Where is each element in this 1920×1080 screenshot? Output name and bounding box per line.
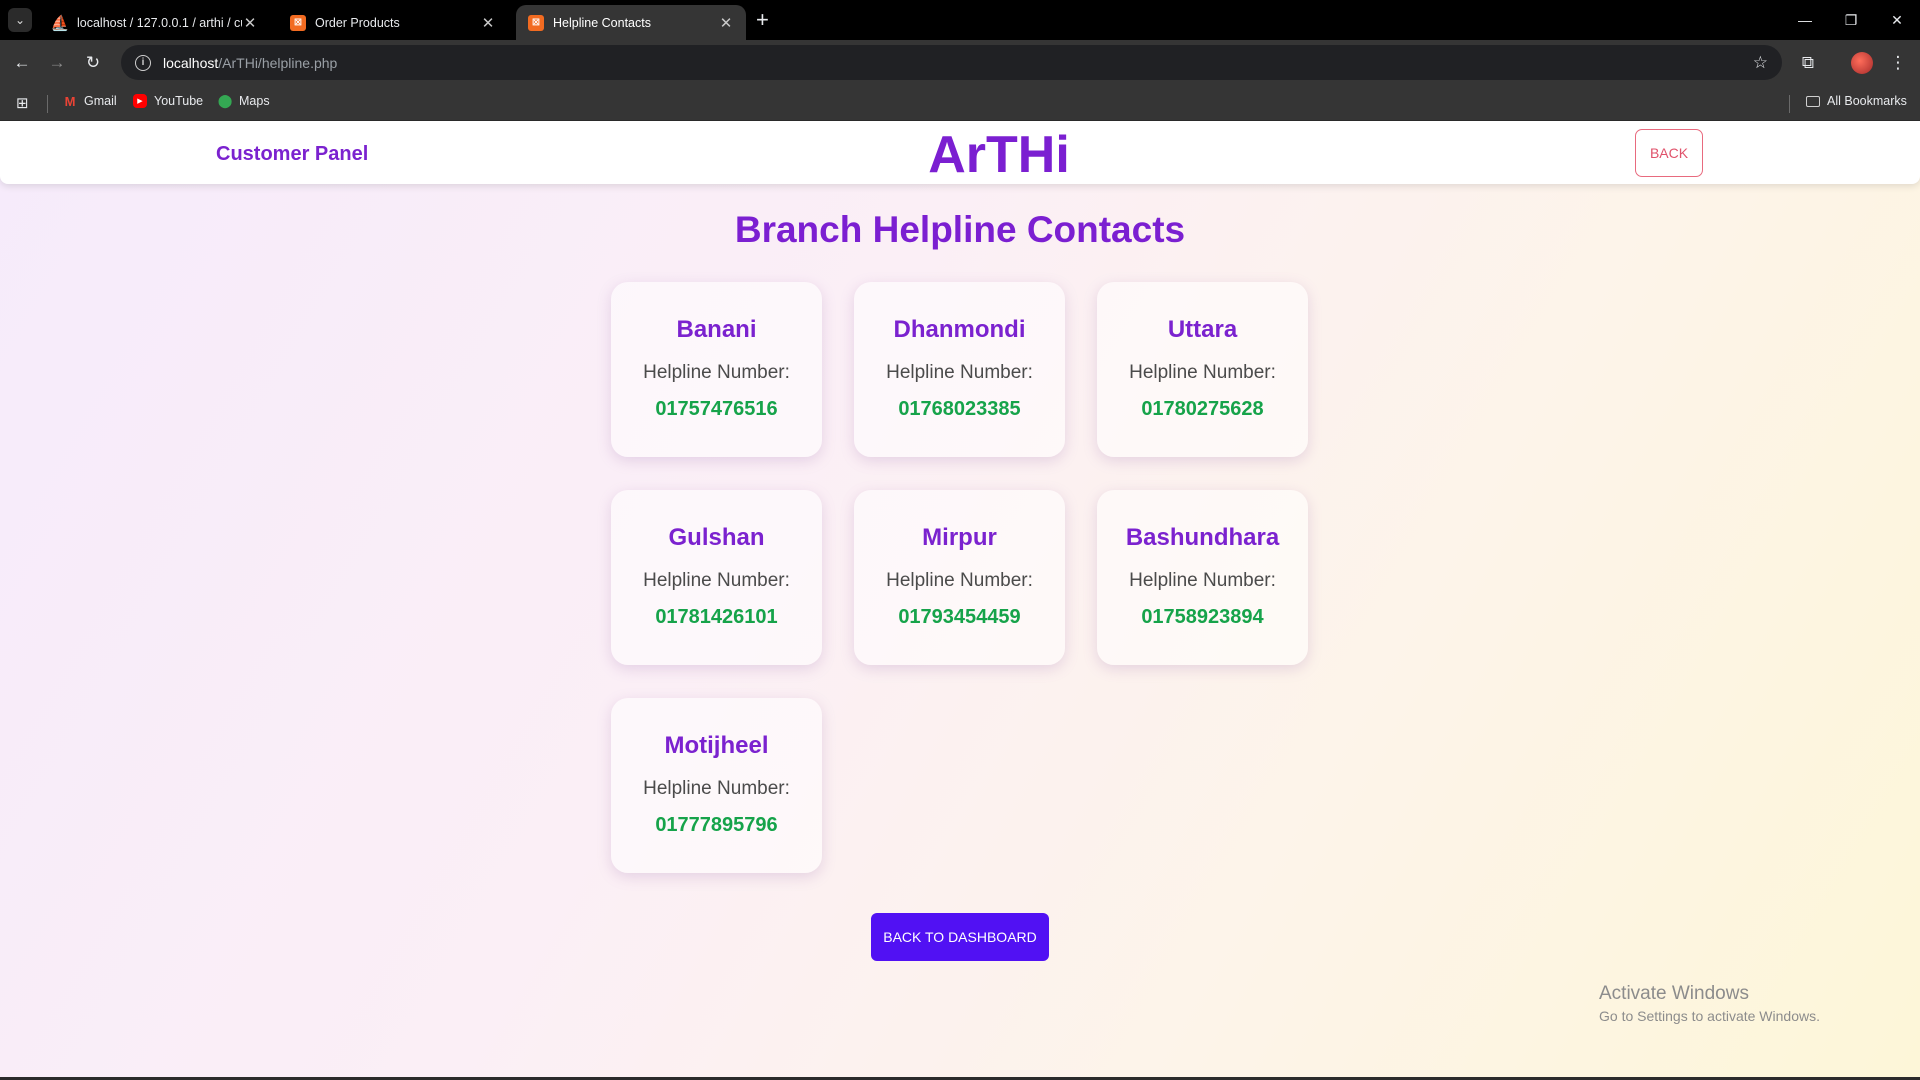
window-close-icon[interactable]: ✕ [1874,0,1920,40]
url-path: /ArTHi/helpline.php [218,54,338,71]
branch-name: Uttara [1167,316,1238,343]
xampp-icon: ⊠ [290,14,306,31]
helpline-label: Helpline Number: [1129,570,1276,591]
helpline-label: Helpline Number: [1129,362,1276,383]
reload-icon[interactable]: ↻ [81,51,105,75]
site-info-icon[interactable]: i [135,54,151,71]
helpline-number: 01777895796 [655,814,778,836]
forward-arrow-icon[interactable]: → [45,51,69,75]
branch-card-motijheel: Motijheel Helpline Number: 01777895796 [611,698,822,873]
browser-tab-bar: ⌄ ⛵ localhost / 127.0.0.1 / arthi / cu ✕… [0,0,1920,40]
menu-dots-icon[interactable]: ⋮ [1885,50,1911,76]
site-header: Customer Panel ArTHi BACK [0,121,1920,184]
branch-card-mirpur: Mirpur Helpline Number: 01793454459 [854,490,1065,665]
close-icon[interactable]: ✕ [718,14,734,32]
helpline-label: Helpline Number: [886,362,1033,383]
branch-card-uttara: Uttara Helpline Number: 01780275628 [1097,282,1308,457]
tab-order-products[interactable]: ⊠ Order Products ✕ [278,5,508,40]
helpline-label: Helpline Number: [643,570,790,591]
helpline-number: 01781426101 [655,606,778,628]
xampp-icon: ⊠ [528,14,544,31]
bookmark-maps[interactable]: ⬤ Maps [217,93,270,108]
tab-search-icon[interactable]: ⌄ [8,8,32,32]
brand-logo[interactable]: ArTHi [0,125,1920,185]
branch-name: Dhanmondi [893,316,1026,343]
branch-name: Bashundhara [1125,524,1280,551]
branch-card-dhanmondi: Dhanmondi Helpline Number: 01768023385 [854,282,1065,457]
apps-grid-icon[interactable]: ⊞ [16,94,29,112]
bookmark-gmail[interactable]: M Gmail [63,93,117,109]
windows-activation-watermark: Activate Windows Go to Settings to activ… [1599,983,1820,1024]
page-content: Customer Panel ArTHi BACK Branch Helplin… [0,121,1920,1080]
helpline-number: 01768023385 [898,398,1021,420]
helpline-label: Helpline Number: [643,778,790,799]
divider [47,95,48,113]
tab-title: Helpline Contacts [553,15,651,30]
back-button[interactable]: BACK [1635,129,1703,177]
back-to-dashboard-button[interactable]: BACK TO DASHBOARD [871,913,1049,961]
branch-card-banani: Banani Helpline Number: 01757476516 [611,282,822,457]
minimize-icon[interactable]: — [1782,0,1828,40]
watermark-subtitle: Go to Settings to activate Windows. [1599,1008,1820,1024]
branch-name: Gulshan [668,524,765,551]
branch-name: Mirpur [922,524,997,551]
helpline-number: 01780275628 [1141,398,1264,420]
watermark-title: Activate Windows [1599,983,1749,1004]
bookmark-star-icon[interactable]: ☆ [1753,53,1768,73]
branch-card-gulshan: Gulshan Helpline Number: 01781426101 [611,490,822,665]
divider [1789,95,1790,113]
helpline-number: 01758923894 [1141,606,1264,628]
close-icon[interactable]: ✕ [242,14,258,32]
bookmark-youtube[interactable]: ▶ YouTube [133,94,203,108]
url-host: localhost [163,54,219,71]
new-tab-icon[interactable]: + [756,8,769,32]
tab-title: localhost / 127.0.0.1 / arthi / cu [77,15,242,30]
browser-toolbar: ← → ↻ i localhost/ArTHi/helpline.php ☆ ⧉… [0,40,1920,85]
tab-title: Order Products [315,15,400,30]
bookmarks-bar: ⊞ M Gmail ▶ YouTube ⬤ Maps All Bookmarks [0,85,1920,121]
restore-icon[interactable]: ❐ [1828,0,1874,40]
folder-icon [1806,95,1820,107]
tab-phpmyadmin[interactable]: ⛵ localhost / 127.0.0.1 / arthi / cu ✕ [40,5,270,40]
back-arrow-icon[interactable]: ← [10,51,34,75]
address-bar[interactable]: i localhost/ArTHi/helpline.php ☆ [121,45,1782,80]
branch-card-bashundhara: Bashundhara Helpline Number: 01758923894 [1097,490,1308,665]
helpline-number: 01793454459 [898,606,1021,628]
bookmark-label: Gmail [84,94,117,108]
branch-name: Motijheel [664,732,769,759]
bookmark-label: Maps [239,94,270,108]
gmail-icon: M [64,93,76,109]
bookmark-label: YouTube [154,94,204,108]
profile-avatar[interactable] [1851,52,1873,74]
helpline-label: Helpline Number: [643,362,790,383]
page-title: Branch Helpline Contacts [734,209,1186,250]
extensions-icon[interactable]: ⧉ [1795,50,1821,76]
branch-name: Banani [676,316,757,343]
tab-helpline-contacts[interactable]: ⊠ Helpline Contacts ✕ [516,5,746,40]
helpline-label: Helpline Number: [886,570,1033,591]
all-bookmarks-label: All Bookmarks [1827,94,1907,108]
youtube-icon: ▶ [133,94,147,108]
close-icon[interactable]: ✕ [480,14,496,32]
phpmyadmin-icon: ⛵ [50,14,70,32]
all-bookmarks[interactable]: All Bookmarks [1806,94,1907,108]
maps-pin-icon: ⬤ [217,93,233,108]
helpline-number: 01757476516 [655,398,778,420]
